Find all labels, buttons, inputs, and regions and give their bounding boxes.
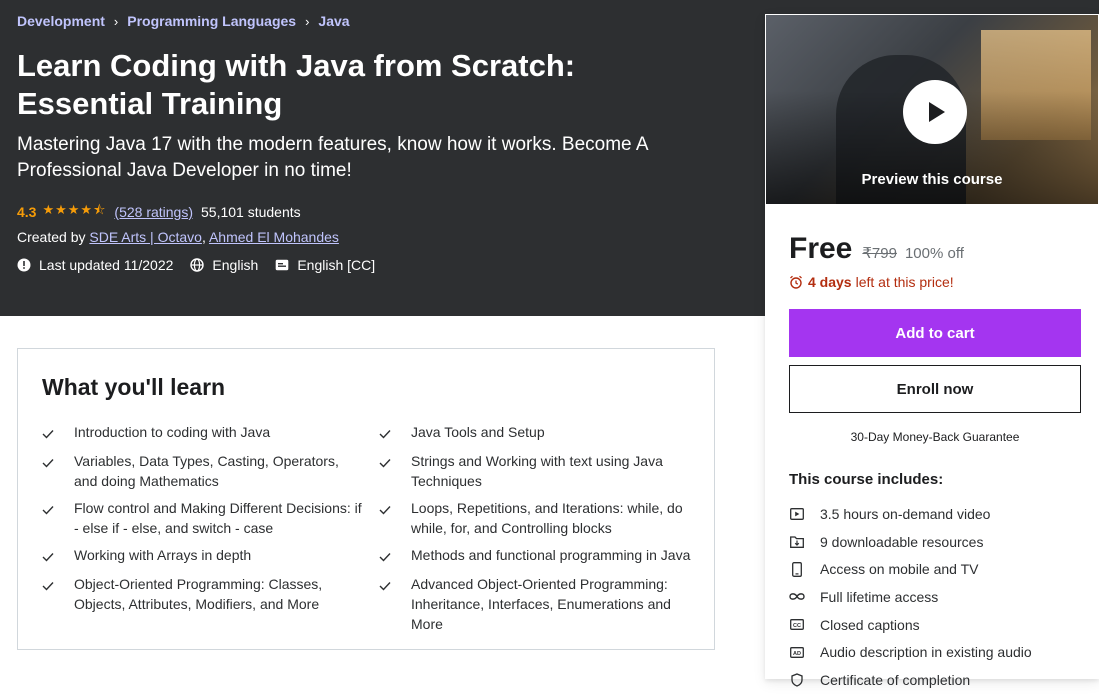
learn-item: Java Tools and Setup [379, 422, 699, 444]
author-link-ahmed[interactable]: Ahmed El Mohandes [209, 229, 339, 245]
captions-icon [276, 259, 289, 271]
language: English [190, 257, 258, 273]
svg-text:AD: AD [793, 651, 801, 657]
learn-list: Introduction to coding with Java Java To… [42, 422, 702, 641]
checkmark-icon [379, 422, 393, 444]
learn-item: Introduction to coding with Java [42, 422, 379, 444]
alarm-clock-icon [790, 275, 802, 289]
enroll-now-button[interactable]: Enroll now [789, 365, 1081, 413]
checkmark-icon [379, 498, 393, 538]
current-price: Free [789, 232, 853, 265]
audio-description-icon: AD [789, 646, 805, 658]
price-timer: 4 days left at this price! [789, 274, 954, 290]
money-back-guarantee: 30-Day Money-Back Guarantee [850, 430, 1020, 444]
learn-item: Variables, Data Types, Casting, Operator… [42, 451, 379, 491]
checkmark-icon [42, 574, 56, 634]
timer-days: 4 days [808, 274, 852, 290]
language-text: English [212, 257, 259, 273]
svg-text:CC: CC [793, 623, 801, 629]
price-row: Free ₹799 100% off [789, 232, 964, 266]
breadcrumb-programming-languages[interactable]: Programming Languages [127, 13, 296, 29]
mobile-icon [789, 561, 805, 577]
what-youll-learn: What you'll learn Introduction to coding… [17, 348, 715, 650]
certificate-icon [789, 673, 805, 687]
learn-item: Advanced Object-Oriented Programming: In… [379, 574, 699, 634]
course-meta: Last updated 11/2022 English English [CC… [17, 257, 392, 273]
include-item-mobile: Access on mobile and TV [789, 555, 1032, 583]
include-item-audio-description: AD Audio description in existing audio [789, 638, 1032, 666]
course-title: Learn Coding with Java from Scratch: Ess… [17, 48, 576, 121]
students-count: 55,101 students [201, 204, 301, 220]
include-item-lifetime: Full lifetime access [789, 583, 1032, 611]
learn-item: Strings and Working with text using Java… [379, 451, 699, 491]
include-item-captions: CC Closed captions [789, 611, 1032, 639]
checkmark-icon [379, 451, 393, 491]
captions: English [CC] [275, 257, 375, 273]
chevron-right-icon: › [113, 13, 119, 29]
created-by: Created by SDE Arts | Octavo, Ahmed El M… [17, 229, 339, 245]
checkmark-icon [42, 451, 56, 491]
include-item-certificate: Certificate of completion [789, 666, 1032, 694]
star-rating-icon: ★★★★⯪ [42, 202, 107, 217]
course-subtitle: Mastering Java 17 with the modern featur… [17, 134, 648, 181]
checkmark-icon [42, 498, 56, 538]
course-preview[interactable]: Preview this course [766, 15, 1098, 204]
breadcrumb: Development › Programming Languages › Ja… [17, 13, 350, 29]
learn-item: Working with Arrays in depth [42, 545, 379, 567]
rating-number: 4.3 [17, 204, 37, 220]
learn-item: Flow control and Making Different Decisi… [42, 498, 379, 538]
learn-item: Object-Oriented Programming: Classes, Ob… [42, 574, 379, 634]
checkmark-icon [42, 422, 56, 444]
download-icon [789, 535, 805, 548]
last-updated: Last updated 11/2022 [17, 257, 173, 273]
purchase-sidebar: Preview this course Free ₹799 100% off 4… [765, 14, 1099, 688]
play-icon[interactable] [903, 80, 967, 144]
last-updated-text: Last updated 11/2022 [39, 257, 174, 273]
chevron-right-icon: › [305, 13, 310, 29]
author-link-sde-arts[interactable]: SDE Arts | Octavo [89, 229, 202, 245]
breadcrumb-development[interactable]: Development [17, 13, 105, 29]
includes-title: This course includes: [789, 471, 944, 488]
captions-text: English [CC] [297, 257, 376, 273]
infinity-icon [789, 592, 805, 601]
created-by-label: Created by [17, 229, 86, 245]
includes-list: 3.5 hours on-demand video 9 downloadable… [789, 500, 1032, 694]
cc-icon: CC [789, 619, 805, 631]
checkmark-icon [42, 545, 56, 567]
globe-icon [190, 258, 205, 272]
breadcrumb-java[interactable]: Java [318, 13, 349, 29]
checkmark-icon [379, 545, 393, 567]
rating-row: 4.3 ★★★★⯪ (528 ratings) 55,101 students [17, 201, 301, 223]
ratings-count-link[interactable]: (528 ratings) [114, 204, 193, 220]
learn-item: Loops, Repetitions, and Iterations: whil… [379, 498, 699, 538]
checkmark-icon [379, 574, 393, 634]
add-to-cart-button[interactable]: Add to cart [789, 309, 1081, 357]
timer-text: left at this price! [855, 274, 954, 290]
include-item-resources: 9 downloadable resources [789, 528, 1032, 556]
alert-badge-icon [17, 258, 31, 272]
discount-percent: 100% off [904, 245, 964, 262]
learn-item: Methods and functional programming in Ja… [379, 545, 699, 567]
include-item-video: 3.5 hours on-demand video [789, 500, 1032, 528]
preview-label[interactable]: Preview this course [766, 171, 1098, 188]
video-icon [789, 507, 805, 520]
original-price: ₹799 [862, 245, 897, 262]
learn-title: What you'll learn [42, 374, 226, 400]
